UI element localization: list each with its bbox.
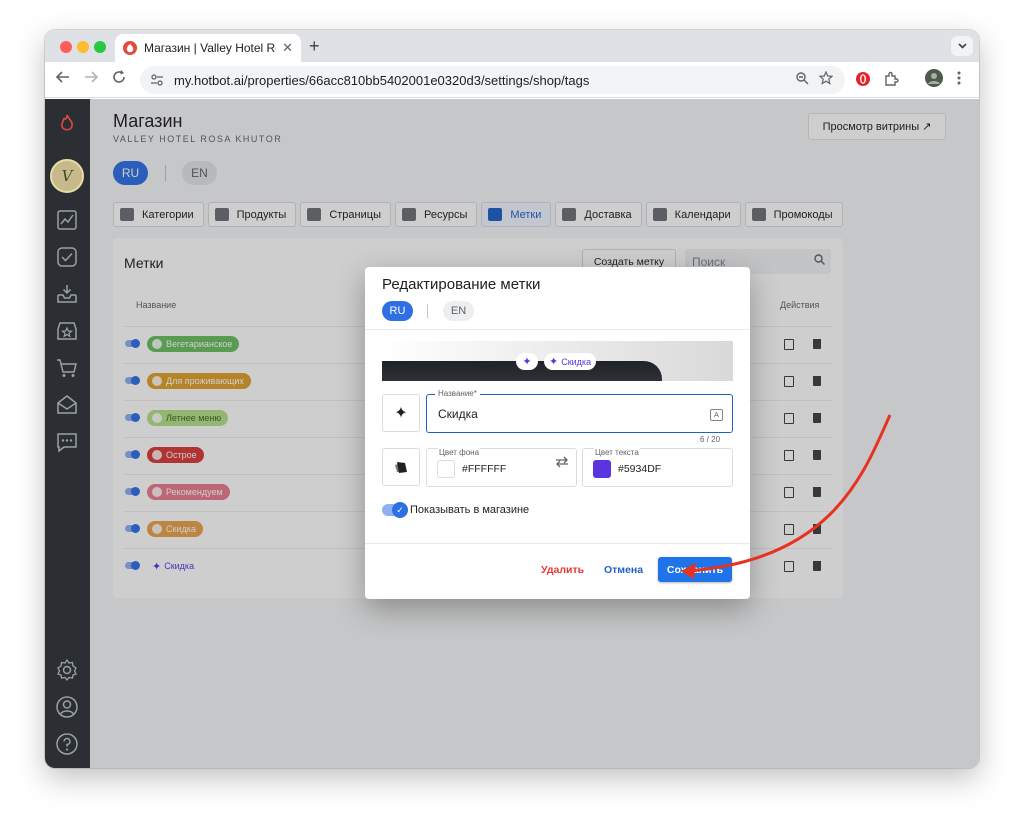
site-settings-icon[interactable] <box>150 73 164 87</box>
swap-colors-icon[interactable] <box>555 456 569 471</box>
browser-toolbar: my.hotbot.ai/properties/66acc810bb540200… <box>45 62 979 98</box>
cancel-button[interactable]: Отмена <box>604 564 643 576</box>
address-bar[interactable]: my.hotbot.ai/properties/66acc810bb540200… <box>140 66 845 94</box>
name-field-value: Скидка <box>438 407 478 421</box>
lang-divider <box>427 304 428 318</box>
help-icon[interactable] <box>54 731 80 757</box>
tag-preview: ✦ ✦ Скидка <box>382 341 733 381</box>
inbox-download-icon[interactable] <box>54 281 80 307</box>
save-button[interactable]: Сохранить <box>658 557 732 582</box>
close-tab-icon[interactable]: ✕ <box>282 40 293 56</box>
divider <box>365 329 750 330</box>
sparkle-icon: ✦ <box>549 356 559 368</box>
close-window-button[interactable] <box>60 41 72 53</box>
tab-search-button[interactable] <box>951 36 973 56</box>
name-field-label: Название* <box>435 389 480 398</box>
tag-shape-icon <box>395 462 407 473</box>
flame-logo-icon[interactable] <box>54 111 80 137</box>
shop-cart-icon[interactable] <box>54 355 80 381</box>
opera-extension-icon[interactable] <box>855 71 871 92</box>
sidebar: V <box>45 99 90 768</box>
tag-icon-picker[interactable]: ✦ <box>382 394 420 432</box>
mail-icon[interactable] <box>54 392 80 418</box>
check-icon: ✓ <box>392 502 408 518</box>
tab-strip: Магазин | Valley Hotel Rosa K ✕ + <box>45 30 979 62</box>
rating-star-icon[interactable] <box>54 318 80 344</box>
preview-tag-label: Скидка <box>561 356 592 367</box>
property-avatar[interactable]: V <box>50 159 84 193</box>
zoom-icon[interactable] <box>796 72 809 88</box>
sparkle-icon: ✦ <box>394 405 408 422</box>
extensions-puzzle-icon[interactable] <box>883 71 899 92</box>
dialog-title: Редактирование метки <box>382 276 541 293</box>
main-content: Магазин VALLEY HOTEL ROSA KHUTOR Просмот… <box>90 99 979 768</box>
sparkle-icon: ✦ <box>522 356 532 368</box>
bookmark-star-icon[interactable] <box>818 70 834 88</box>
minimize-window-button[interactable] <box>77 41 89 53</box>
bg-color-value: #FFFFFF <box>462 463 507 475</box>
flame-icon <box>123 41 137 55</box>
text-color-field[interactable]: Цвет текста #5934DF <box>582 448 733 487</box>
edit-tag-dialog: Редактирование метки RU EN ✦ ✦ Скидка ✦ Н… <box>365 267 750 599</box>
text-color-swatch[interactable] <box>593 460 611 478</box>
dialog-lang-ru-button[interactable]: RU <box>382 301 413 321</box>
browser-window: Магазин | Valley Hotel Rosa K ✕ + my.hot… <box>45 30 979 768</box>
delete-button[interactable]: Удалить <box>541 564 584 576</box>
preview-tag-badge: ✦ Скидка <box>544 353 597 370</box>
show-in-shop-label: Показывать в магазине <box>410 504 530 516</box>
user-account-icon[interactable] <box>54 694 80 720</box>
settings-gear-icon[interactable] <box>54 657 80 683</box>
bg-color-label: Цвет фона <box>438 448 481 457</box>
profile-avatar[interactable] <box>925 69 943 92</box>
browser-tab[interactable]: Магазин | Valley Hotel Rosa K ✕ <box>115 34 301 62</box>
translate-icon[interactable]: A <box>710 409 723 421</box>
browser-menu-icon[interactable] <box>957 71 961 90</box>
new-tab-button[interactable]: + <box>309 36 320 57</box>
char-counter: 6 / 20 <box>700 435 721 444</box>
show-in-shop-toggle[interactable]: ✓ <box>382 502 408 518</box>
preview-icon-badge: ✦ <box>516 353 538 370</box>
chat-icon[interactable] <box>54 429 80 455</box>
bg-color-swatch[interactable] <box>437 460 455 478</box>
maximize-window-button[interactable] <box>94 41 106 53</box>
text-color-label: Цвет текста <box>594 448 640 457</box>
dialog-lang-en-button[interactable]: EN <box>443 301 474 321</box>
tag-name-field[interactable]: Название* Скидка A <box>426 389 733 433</box>
divider <box>365 543 750 544</box>
app-area: V Магазин VALLEY HOTEL ROSA KHUTOR Просм… <box>45 99 979 768</box>
tag-shape-picker[interactable] <box>382 448 420 486</box>
tasks-check-icon[interactable] <box>54 244 80 270</box>
url-text: my.hotbot.ai/properties/66acc810bb540200… <box>174 72 590 88</box>
text-color-value: #5934DF <box>618 463 662 475</box>
reload-icon[interactable] <box>112 70 126 89</box>
analytics-icon[interactable] <box>54 207 80 233</box>
back-arrow-icon[interactable] <box>55 70 70 89</box>
tab-title: Магазин | Valley Hotel Rosa K <box>144 41 276 55</box>
forward-arrow-icon[interactable] <box>84 70 99 89</box>
